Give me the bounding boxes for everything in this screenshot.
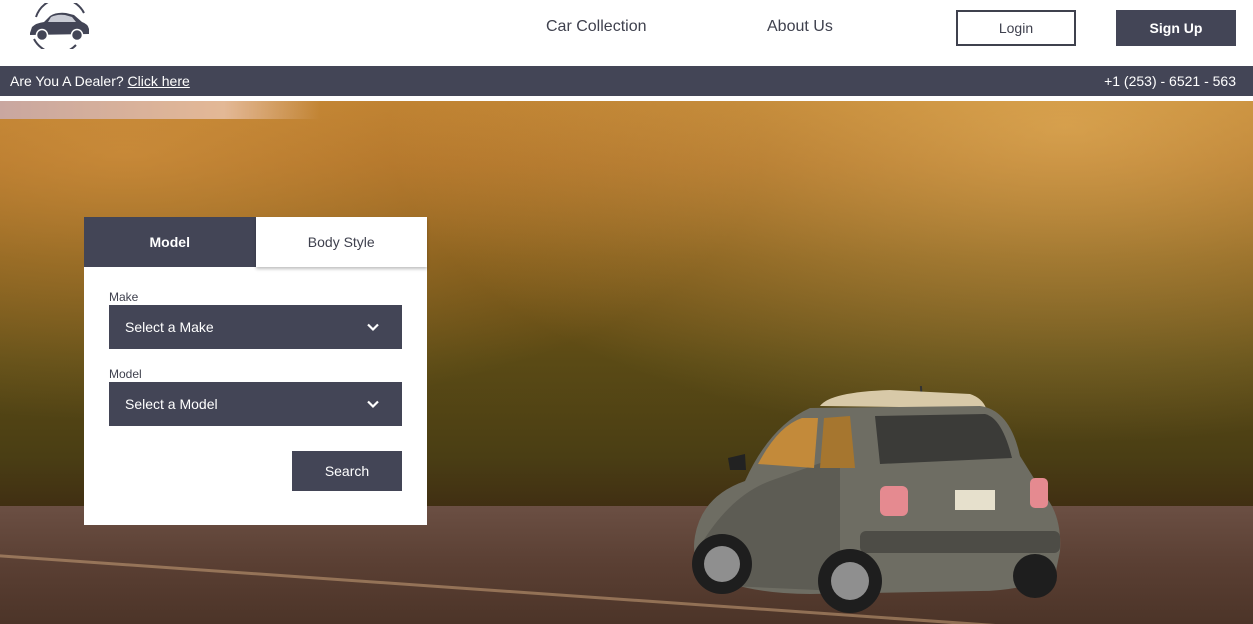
search-panel: Model Body Style Make Select a Make Mode…	[84, 217, 427, 525]
tab-model[interactable]: Model	[84, 217, 256, 267]
model-select[interactable]: Select a Model	[109, 382, 402, 426]
tab-body-style[interactable]: Body Style	[255, 217, 427, 267]
model-label: Model	[109, 367, 142, 381]
signup-button[interactable]: Sign Up	[1116, 10, 1236, 46]
car-logo-icon[interactable]	[26, 0, 92, 55]
make-select-value: Select a Make	[125, 319, 214, 335]
hero-sky	[0, 101, 320, 119]
site-header: Car Collection About Us Login Sign Up	[0, 0, 1253, 66]
dealer-prompt: Are You A Dealer? Click here	[10, 73, 190, 89]
search-button[interactable]: Search	[292, 451, 402, 491]
chevron-down-icon	[367, 323, 379, 332]
car-illustration	[692, 386, 1061, 613]
make-label: Make	[109, 290, 139, 304]
hero-image: Model Body Style Make Select a Make Mode…	[0, 101, 1253, 624]
nav-car-collection[interactable]: Car Collection	[546, 18, 646, 36]
login-button[interactable]: Login	[956, 10, 1076, 46]
phone-number: +1 (253) - 6521 - 563	[1104, 73, 1236, 89]
dealer-link[interactable]: Click here	[128, 73, 190, 89]
dealer-question: Are You A Dealer?	[10, 73, 124, 89]
make-select[interactable]: Select a Make	[109, 305, 402, 349]
dealer-bar: Are You A Dealer? Click here +1 (253) - …	[0, 66, 1253, 96]
model-select-value: Select a Model	[125, 396, 218, 412]
chevron-down-icon	[367, 400, 379, 409]
nav-about-us[interactable]: About Us	[767, 18, 833, 36]
